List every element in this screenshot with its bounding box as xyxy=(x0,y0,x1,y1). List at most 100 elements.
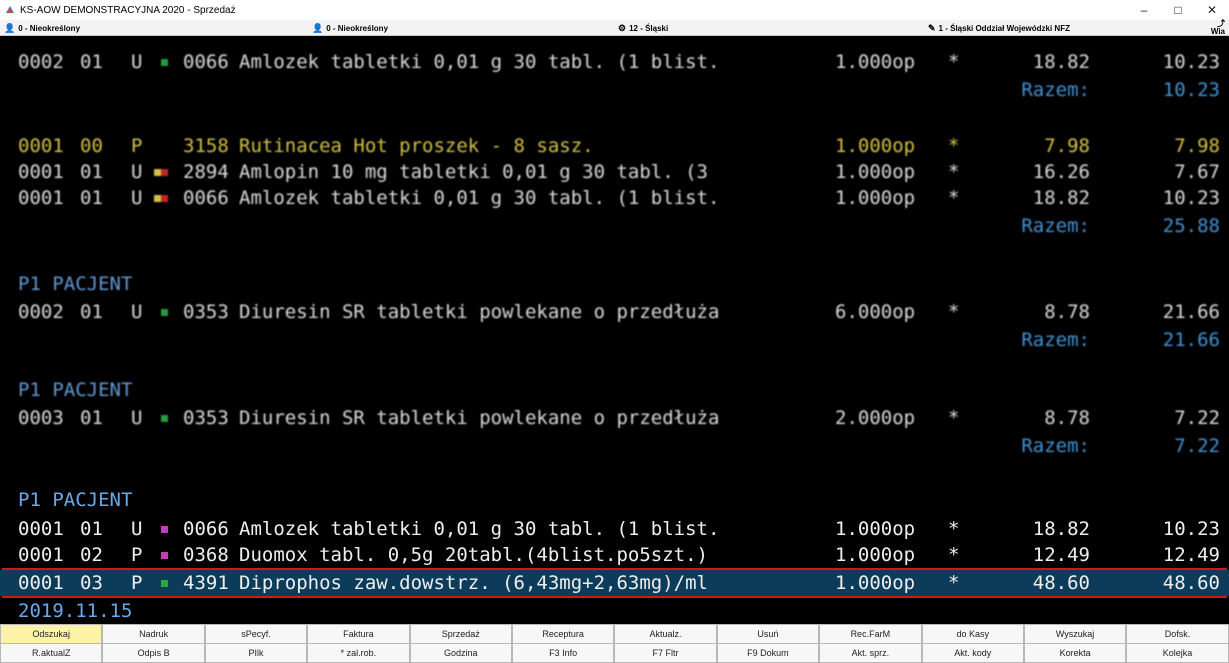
fkey-usun[interactable]: Usuń xyxy=(716,624,820,644)
row-sub: 01 xyxy=(80,301,103,323)
fkey-sprzedaz[interactable]: Sprzedaż xyxy=(409,624,512,644)
fkey-do-kasy[interactable]: do Kasy xyxy=(921,624,1024,644)
table-row[interactable]: 0001 01 U 2894 Amlopin 10 mg tabletki 0,… xyxy=(0,159,1229,185)
fkey-f7-fltr[interactable]: F7 Fltr xyxy=(614,643,717,663)
row-qty: 2.000op xyxy=(835,407,916,429)
row-name: Amlozek tabletki 0,01 g 30 tabl. (1 blis… xyxy=(239,51,720,73)
row-sub: 00 xyxy=(80,135,103,157)
row-sub: 02 xyxy=(80,544,103,566)
table-row[interactable]: 0001 00 P 3158 Rutinacea Hot proszek - 8… xyxy=(0,133,1229,159)
fkey-odpis[interactable]: Odpis B xyxy=(102,643,205,663)
row-code: 0001 xyxy=(18,135,64,157)
row-star: * xyxy=(948,407,960,429)
fkey-korekta[interactable]: Korekta xyxy=(1023,643,1127,663)
row-qty: 1.000op xyxy=(835,544,916,566)
row-value: 7.22 xyxy=(1174,407,1220,429)
maximize-button[interactable]: □ xyxy=(1161,0,1195,20)
row-star: * xyxy=(948,51,960,73)
row-type: U xyxy=(131,161,143,183)
row-code: 0001 xyxy=(18,518,64,540)
table-row[interactable]: 0002 01 U 0353 Diuresin SR tabletki powl… xyxy=(0,299,1229,325)
row-sub: 01 xyxy=(80,518,103,540)
row-name: Diuresin SR tabletki powlekane o przedłu… xyxy=(239,407,720,429)
fkey-recfarm[interactable]: Rec.FarM xyxy=(819,624,922,644)
status-marker xyxy=(161,415,168,422)
fkey-receptura[interactable]: Receptura xyxy=(511,624,615,644)
table-row[interactable]: 0002 01 U 0066 Amlozek tabletki 0,01 g 3… xyxy=(0,49,1229,75)
status-marker xyxy=(154,195,161,202)
fkey-godzina[interactable]: Godzina xyxy=(409,643,512,663)
fkey-plik[interactable]: PIlk xyxy=(204,643,308,663)
fkey-odszukaj[interactable]: Odszukaj xyxy=(0,624,103,644)
status-marker xyxy=(161,552,168,559)
total-label: Razem: xyxy=(1021,79,1090,101)
row-star: * xyxy=(948,187,960,209)
session-date: 2019.11.15 xyxy=(18,600,133,622)
fkey-dofsk[interactable]: Dofsk. xyxy=(1126,624,1229,644)
fkey-raktualz[interactable]: R.aktualZ xyxy=(0,643,103,663)
fkey-aktualz[interactable]: Aktualz. xyxy=(614,624,717,644)
fkey-specyf[interactable]: sPecyf. xyxy=(204,624,308,644)
row-star: * xyxy=(948,544,960,566)
total-label: Razem: xyxy=(1021,215,1090,237)
table-row[interactable]: 0001 01 U 0066 Amlozek tabletki 0,01 g 3… xyxy=(0,185,1229,211)
status-corner[interactable]: ⤴ Wia xyxy=(1211,20,1225,36)
row-type: P xyxy=(131,135,143,157)
row-qty: 1.000op xyxy=(835,518,916,540)
status-region[interactable]: ⚙ 12 - Śląski xyxy=(618,23,668,34)
status-marker xyxy=(161,195,168,202)
fkey-akt-kody[interactable]: Akt. kody xyxy=(921,643,1024,663)
status-marker xyxy=(161,169,168,176)
selected-table-row[interactable]: 0001 03 P 4391 Diprophos zaw.dowstrz. (6… xyxy=(0,570,1229,596)
fkey-wyszukaj[interactable]: Wyszukaj xyxy=(1023,624,1127,644)
row-price: 18.82 xyxy=(1032,51,1090,73)
row-sub: 03 xyxy=(80,572,103,594)
row-number: 0066 xyxy=(183,187,229,209)
fkey-zal-rob[interactable]: * zal.rob. xyxy=(307,643,410,663)
row-price: 18.82 xyxy=(1032,187,1090,209)
row-qty: 1.000op xyxy=(835,187,916,209)
patient-label: P1 PACJENT xyxy=(18,379,133,401)
row-type: U xyxy=(131,51,143,73)
row-value: 21.66 xyxy=(1162,301,1220,323)
row-number: 0066 xyxy=(183,51,229,73)
row-type: U xyxy=(131,187,143,209)
patient-row: P1 PACJENT xyxy=(0,377,1229,403)
row-price: 12.49 xyxy=(1032,544,1090,566)
row-name: Diuresin SR tabletki powlekane o przedłu… xyxy=(239,301,720,323)
status-nfz[interactable]: ✎ 1 - Śląski Oddział Wojewódzki NFZ xyxy=(928,23,1070,34)
row-type: U xyxy=(131,407,143,429)
status-corner-label: Wia xyxy=(1210,27,1225,36)
minimize-button[interactable]: – xyxy=(1127,0,1161,20)
total-value: 25.88 xyxy=(1162,215,1220,237)
table-row[interactable]: 0003 01 U 0353 Diuresin SR tabletki powl… xyxy=(0,405,1229,431)
fkey-faktura[interactable]: Faktura xyxy=(307,624,410,644)
row-sub: 01 xyxy=(80,187,103,209)
fkey-f9-dokum[interactable]: F9 Dokum xyxy=(716,643,820,663)
fkey-nadruk[interactable]: Nadruk xyxy=(102,624,205,644)
total-row: Razem: 10.23 xyxy=(0,77,1229,103)
row-number: 0368 xyxy=(183,544,229,566)
row-number: 3158 xyxy=(183,135,229,157)
row-number: 0353 xyxy=(183,301,229,323)
patient-row: P1 PACJENT xyxy=(0,487,1229,513)
row-price: 8.78 xyxy=(1044,301,1090,323)
person-icon: 👤 xyxy=(312,23,324,33)
close-button[interactable]: ✕ xyxy=(1195,0,1229,20)
row-number: 0353 xyxy=(183,407,229,429)
row-type: P xyxy=(131,572,143,594)
row-type: U xyxy=(131,301,143,323)
status-user1[interactable]: 👤 0 - Nieokreślony xyxy=(4,23,80,34)
status-marker xyxy=(154,169,161,176)
row-qty: 1.000op xyxy=(835,161,916,183)
table-row[interactable]: 0001 01 U 0066 Amlozek tabletki 0,01 g 3… xyxy=(0,516,1229,542)
sales-terminal: 00 02 01 U 0066 Amlozek tabletki 0,01 g 3… xyxy=(0,37,1229,599)
table-row[interactable]: 0001 02 P 0368 Duomox tabl. 0,5g 20tabl.… xyxy=(0,542,1229,568)
status-user2[interactable]: 👤 0 - Nieokreślony xyxy=(312,23,388,34)
row-star: * xyxy=(948,161,960,183)
fkey-f3-info[interactable]: F3 Info xyxy=(511,643,615,663)
status-region-label: 12 - Śląski xyxy=(629,24,669,33)
row-number: 4391 xyxy=(183,572,229,594)
fkey-akt-sprz[interactable]: Akt. sprz. xyxy=(819,643,922,663)
fkey-kolejka[interactable]: Kolejka xyxy=(1126,643,1229,663)
